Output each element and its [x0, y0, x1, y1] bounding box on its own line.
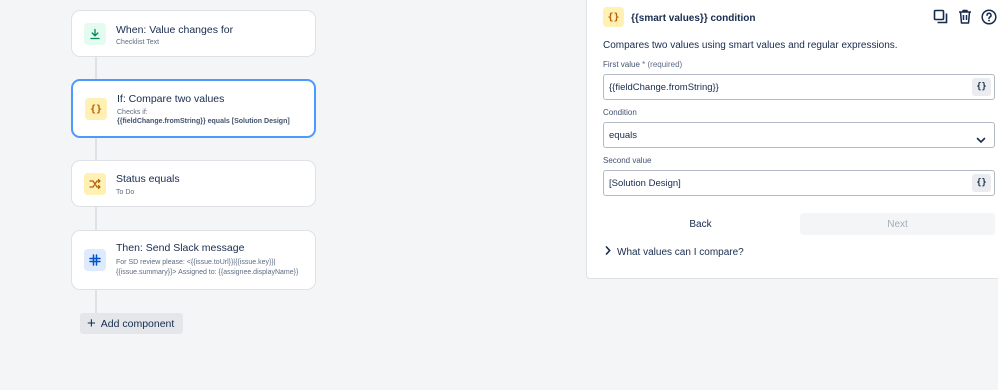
flow-connector [95, 138, 97, 160]
add-component-label: Add component [100, 317, 175, 330]
duplicate-icon[interactable] [931, 7, 950, 26]
trash-icon[interactable] [955, 7, 974, 26]
status-condition-card[interactable]: Status equals To Do [71, 160, 316, 207]
second-value-field[interactable]: [Solution Design] {} [603, 170, 995, 196]
card-subtitle: To Do [116, 189, 135, 196]
download-icon [84, 23, 106, 45]
card-title: Then: Send Slack message [116, 242, 245, 254]
panel-toolbar [931, 7, 998, 26]
required-text: (required) [647, 60, 683, 69]
slack-action-card[interactable]: Then: Send Slack message For SD review p… [71, 230, 316, 290]
card-subtitle-detail: {{issue.summary}}> Assigned to: {{assign… [116, 269, 299, 276]
slack-icon [84, 249, 106, 271]
back-button[interactable]: Back [603, 213, 798, 235]
smart-value-insert-button[interactable]: {} [972, 174, 991, 192]
card-subtitle: For SD review please: <{{issue.toUrl}}|{… [116, 259, 276, 266]
card-title: Status equals [116, 173, 180, 185]
card-title: If: Compare two values [117, 93, 225, 105]
chevron-right-icon [605, 246, 611, 258]
first-value-text: {{fieldChange.fromString}} [609, 82, 719, 93]
chevron-down-icon [976, 131, 986, 149]
condition-selected-value: equals [609, 130, 637, 141]
second-value-label: Second value [603, 156, 652, 165]
panel-title: {{smart values}} condition [631, 13, 756, 24]
trigger-card[interactable]: When: Value changes for Checklist Text [71, 10, 316, 57]
values-help-label: What values can I compare? [617, 246, 744, 258]
first-value-label: First value * (required) [603, 60, 683, 69]
panel-description: Compares two values using smart values a… [603, 40, 898, 51]
smart-value-insert-button[interactable]: {} [972, 78, 991, 96]
help-icon[interactable] [979, 7, 998, 26]
smart-value-braces-icon: {} [603, 7, 624, 27]
condition-select[interactable]: equals [603, 122, 995, 148]
smart-value-braces-icon: {} [85, 98, 107, 120]
card-title: When: Value changes for [116, 24, 234, 36]
flow-connector [95, 56, 97, 80]
condition-card[interactable]: {} If: Compare two values Checks if: {{f… [71, 79, 316, 138]
first-value-field[interactable]: {{fieldChange.fromString}} {} [603, 74, 995, 100]
second-value-text: [Solution Design] [609, 178, 681, 189]
condition-label: Condition [603, 108, 637, 117]
plus-icon: + [87, 315, 96, 332]
required-mark: * [642, 60, 646, 69]
flow-connector [95, 290, 97, 313]
values-help-toggle[interactable]: What values can I compare? [605, 246, 744, 258]
card-subtitle: Checklist Text [116, 39, 160, 46]
add-component-button[interactable]: + Add component [80, 313, 183, 334]
card-subtitle-detail: {{fieldChange.fromString}} equals [Solut… [117, 118, 290, 125]
next-button[interactable]: Next [800, 213, 995, 235]
flow-connector [95, 207, 97, 230]
shuffle-icon [84, 173, 106, 195]
